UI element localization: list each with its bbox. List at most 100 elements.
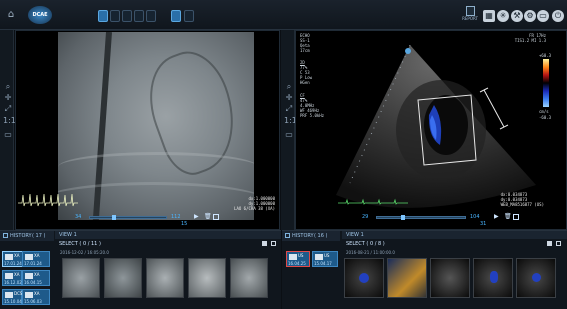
study-thumbnail-icon (5, 292, 13, 298)
echo-top-right-text: FR 17Hz TIS1.2 MI 1.3 (515, 33, 546, 43)
right-copy-icon[interactable] (513, 214, 519, 220)
pan-icon[interactable]: ✛ (284, 93, 294, 103)
study-tag[interactable]: DCS 15.10.04 (2, 289, 22, 305)
zoom-icon[interactable]: ⌕ (284, 82, 294, 92)
close-icon[interactable] (271, 241, 276, 246)
study-tag[interactable]: US 16.04.25 (286, 251, 310, 267)
fit-icon[interactable]: ⤢ (284, 104, 294, 114)
series-thumbnail[interactable] (344, 258, 384, 298)
study-tag[interactable]: US 15.04.17 (312, 251, 338, 267)
compare-button[interactable] (171, 10, 181, 22)
layout-button-1x1[interactable] (98, 10, 108, 22)
left-view-label: VIEW 1 (59, 232, 77, 238)
close-icon[interactable] (556, 241, 561, 246)
fit-icon[interactable]: ⤢ (3, 104, 13, 114)
right-view-label: VIEW 1 (346, 232, 364, 238)
series-thumbnail[interactable] (387, 258, 427, 298)
study-tag[interactable]: XA 15.06.03 (22, 289, 50, 305)
right-trash-icon[interactable]: 🗑 (504, 214, 512, 220)
left-history-panel: HISTORY ( 17 ) VIEW 1 SELECT ( 0 / 11 ) … (0, 230, 281, 309)
series-thumbnail[interactable] (62, 258, 100, 298)
doppler-spot (490, 271, 498, 283)
right-select-row: SELECT ( 0 / 8 ) (342, 240, 567, 248)
study-date: 15.06.03 (24, 299, 42, 304)
series-thumbnail[interactable] (516, 258, 556, 298)
top-toolbar: ⌂ DCAE CS REPORT ▦ ✳ ⚒ ⚙ ▭ ⏻ (0, 0, 567, 36)
right-play-icon[interactable]: ▶ (494, 214, 499, 220)
study-modality: XA (34, 272, 40, 277)
rib-shadow (58, 152, 254, 182)
display-icon[interactable]: ▭ (537, 10, 549, 22)
study-tag[interactable]: XA 16.04.15 (22, 270, 50, 286)
report-label: REPORT (462, 16, 478, 21)
left-play-icon[interactable]: ▶ (194, 214, 199, 220)
study-thumbnail-icon (25, 273, 33, 279)
study-thumbnail-icon (25, 254, 33, 260)
left-trash-icon[interactable]: 🗑 (204, 214, 212, 220)
series-thumbnail[interactable] (188, 258, 226, 298)
settings-icon[interactable]: ⚙ (524, 10, 536, 22)
echo-cf-param: PRF 5.0kHz (300, 113, 325, 118)
sync-button[interactable] (184, 10, 194, 22)
one-to-one-icon[interactable]: 1:1 (284, 116, 297, 126)
study-thumbnail-icon (25, 292, 33, 298)
series-thumbnail[interactable] (230, 258, 268, 298)
network-icon[interactable]: ✳ (497, 10, 509, 22)
right-view-header: VIEW 1 (342, 231, 567, 239)
study-date: 16.04.15 (24, 280, 42, 285)
grid-settings-icon[interactable]: ▦ (483, 10, 495, 22)
echo-2d-params: 2D 77% C 53 P Low HGen (300, 60, 312, 85)
zoom-icon[interactable]: ⌕ (3, 82, 13, 92)
study-thumbnail-icon (5, 254, 13, 260)
layout-button-2x2[interactable] (122, 10, 132, 22)
doppler-spot (532, 273, 541, 282)
right-select-label: SELECT ( 0 / 8 ) (346, 241, 385, 247)
echo-header-line: 17cm (300, 48, 310, 53)
one-to-one-icon[interactable]: 1:1 (3, 116, 16, 126)
color-scale-unit: cm/s (539, 109, 549, 114)
left-frame-slider[interactable] (89, 215, 167, 220)
series-thumbnail[interactable] (104, 258, 142, 298)
series-thumbnail[interactable] (146, 258, 184, 298)
right-frame-total: 104 (470, 214, 480, 220)
study-thumbnail-icon (5, 273, 13, 279)
echo-header-text: ECHO SS-1 Qeta 17cm (300, 33, 310, 53)
study-thumbnail-icon (289, 254, 297, 260)
history-icon (285, 233, 290, 238)
right-speed-value: 31 (480, 221, 487, 227)
study-tag[interactable]: XA 17.01.24 (22, 251, 50, 267)
save-icon[interactable] (262, 241, 267, 246)
reset-icon[interactable]: ▭ (284, 130, 294, 140)
color-scale-bottom: -60.3 (539, 115, 552, 120)
series-thumbnail[interactable] (473, 258, 513, 298)
left-copy-icon[interactable] (213, 214, 219, 220)
study-date: 16.12.02 (4, 280, 22, 285)
right-overlay-series: WEB_MA8516877 (US) (500, 202, 544, 207)
left-overlay-text: dx:1.000000 dy:1.000000 LAO 6/CRA 38 (XA… (234, 196, 275, 211)
save-icon[interactable] (547, 241, 552, 246)
layout-button-3x3[interactable] (146, 10, 156, 22)
report-button[interactable]: REPORT (458, 6, 482, 26)
color-scale-bar (543, 59, 549, 107)
study-date: 16.04.25 (288, 261, 306, 266)
right-viewer[interactable]: ECHO SS-1 Qeta 17cm FR 17Hz TIS1.2 MI 1.… (295, 30, 567, 230)
left-viewer[interactable]: dx:1.000000 dy:1.000000 LAO 6/CRA 38 (XA… (15, 30, 280, 230)
study-date: 17.01.24 (4, 261, 22, 266)
right-history-count: ( 16 ) (314, 233, 328, 239)
home-icon[interactable]: ⌂ (5, 9, 17, 21)
layout-button-1x2[interactable] (110, 10, 120, 22)
left-frame-total: 112 (171, 214, 181, 220)
reset-icon[interactable]: ▭ (3, 130, 13, 140)
right-frame-slider-thumb[interactable] (401, 215, 405, 220)
power-icon[interactable]: ⏻ (552, 10, 564, 22)
right-frame-slider[interactable] (376, 215, 466, 220)
study-tag[interactable]: XA 16.12.02 (2, 270, 22, 286)
left-history-header: HISTORY ( 17 ) (0, 231, 54, 241)
pan-icon[interactable]: ✛ (3, 93, 13, 103)
study-modality: US (324, 253, 330, 258)
series-thumbnail[interactable] (430, 258, 470, 298)
layout-button-2x3[interactable] (134, 10, 144, 22)
left-frame-slider-thumb[interactable] (112, 215, 116, 220)
tools-icon[interactable]: ⚒ (511, 10, 523, 22)
left-series-date: 2016-12-02 / 16:05:20.0 (60, 250, 109, 255)
